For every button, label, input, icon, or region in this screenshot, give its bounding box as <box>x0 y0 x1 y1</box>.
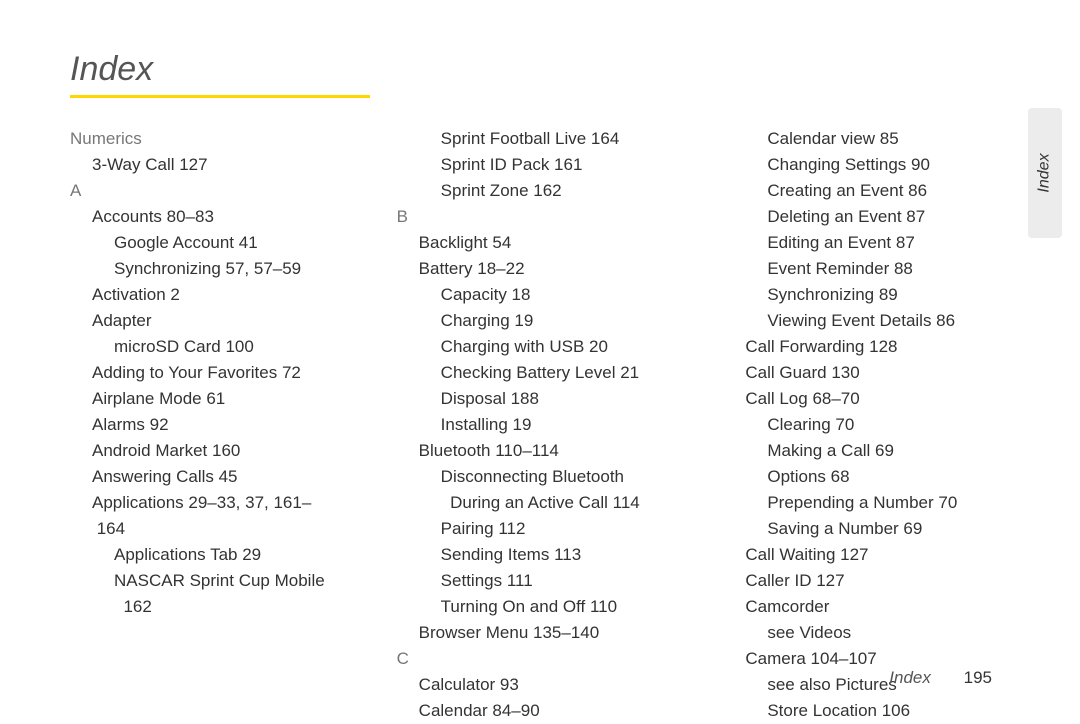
index-entry: Pairing 112 <box>397 516 694 542</box>
index-entry: microSD Card 100 <box>70 334 367 360</box>
index-entry: Bluetooth 110–114 <box>397 438 694 464</box>
index-entry: Clearing 70 <box>723 412 1020 438</box>
index-entry: Viewing Event Details 86 <box>723 308 1020 334</box>
index-entry: Synchronizing 57, 57–59 <box>70 256 367 282</box>
index-column-1: Numerics3-Way Call 127AAccounts 80–83Goo… <box>70 126 367 724</box>
index-entry: 164 <box>70 516 367 542</box>
index-column-2: Sprint Football Live 164Sprint ID Pack 1… <box>397 126 694 724</box>
index-entry: Installing 19 <box>397 412 694 438</box>
index-entry: C <box>397 646 694 672</box>
index-entry: Answering Calls 45 <box>70 464 367 490</box>
footer-section-label: Index <box>889 668 931 687</box>
index-entry: Sending Items 113 <box>397 542 694 568</box>
index-entry: Prepending a Number 70 <box>723 490 1020 516</box>
index-entry: Calendar 84–90 <box>397 698 694 724</box>
index-entry: see Videos <box>723 620 1020 646</box>
index-entry: Synchronizing 89 <box>723 282 1020 308</box>
index-page: Index Numerics3-Way Call 127AAccounts 80… <box>0 0 1080 720</box>
index-entry: Sprint Football Live 164 <box>397 126 694 152</box>
index-entry: Sprint ID Pack 161 <box>397 152 694 178</box>
index-entry: Adding to Your Favorites 72 <box>70 360 367 386</box>
index-entry: Android Market 160 <box>70 438 367 464</box>
index-entry: Camcorder <box>723 594 1020 620</box>
index-columns: Numerics3-Way Call 127AAccounts 80–83Goo… <box>70 126 1020 724</box>
index-entry: During an Active Call 114 <box>397 490 694 516</box>
index-entry: Turning On and Off 110 <box>397 594 694 620</box>
index-entry: B <box>397 204 694 230</box>
section-tab-index: Index <box>1028 108 1062 238</box>
index-entry: Calculator 93 <box>397 672 694 698</box>
index-entry: Browser Menu 135–140 <box>397 620 694 646</box>
index-entry: Airplane Mode 61 <box>70 386 367 412</box>
index-entry: Creating an Event 86 <box>723 178 1020 204</box>
index-entry: Charging 19 <box>397 308 694 334</box>
index-entry: Call Waiting 127 <box>723 542 1020 568</box>
index-entry: Checking Battery Level 21 <box>397 360 694 386</box>
footer-page-number: 195 <box>964 668 992 687</box>
index-entry: Battery 18–22 <box>397 256 694 282</box>
title-underline <box>70 95 370 98</box>
index-column-3: Calendar view 85Changing Settings 90Crea… <box>723 126 1020 724</box>
index-entry: Call Forwarding 128 <box>723 334 1020 360</box>
index-entry: Backlight 54 <box>397 230 694 256</box>
index-entry: Alarms 92 <box>70 412 367 438</box>
index-entry: Capacity 18 <box>397 282 694 308</box>
index-entry: Disconnecting Bluetooth <box>397 464 694 490</box>
index-entry: Google Account 41 <box>70 230 367 256</box>
index-entry: Disposal 188 <box>397 386 694 412</box>
index-entry: Adapter <box>70 308 367 334</box>
section-tab-label: Index <box>1036 153 1054 192</box>
index-entry: 3-Way Call 127 <box>70 152 367 178</box>
index-entry: Saving a Number 69 <box>723 516 1020 542</box>
index-entry: Accounts 80–83 <box>70 204 367 230</box>
index-entry: NASCAR Sprint Cup Mobile <box>70 568 367 594</box>
index-entry: Changing Settings 90 <box>723 152 1020 178</box>
index-entry: Caller ID 127 <box>723 568 1020 594</box>
index-entry: Options 68 <box>723 464 1020 490</box>
index-entry: Store Location 106 <box>723 698 1020 724</box>
index-entry: Making a Call 69 <box>723 438 1020 464</box>
index-entry: Deleting an Event 87 <box>723 204 1020 230</box>
index-entry: A <box>70 178 367 204</box>
index-entry: Charging with USB 20 <box>397 334 694 360</box>
index-entry: Call Log 68–70 <box>723 386 1020 412</box>
index-entry: Call Guard 130 <box>723 360 1020 386</box>
index-entry: Applications Tab 29 <box>70 542 367 568</box>
page-footer: Index 195 <box>889 668 992 688</box>
index-entry: 162 <box>70 594 367 620</box>
index-entry: Applications 29–33, 37, 161– <box>70 490 367 516</box>
index-entry: Activation 2 <box>70 282 367 308</box>
index-entry: Event Reminder 88 <box>723 256 1020 282</box>
index-entry: Numerics <box>70 126 367 152</box>
index-entry: Editing an Event 87 <box>723 230 1020 256</box>
index-entry: Calendar view 85 <box>723 126 1020 152</box>
index-entry: Settings 111 <box>397 568 694 594</box>
page-title: Index <box>70 50 1020 89</box>
index-entry: Sprint Zone 162 <box>397 178 694 204</box>
